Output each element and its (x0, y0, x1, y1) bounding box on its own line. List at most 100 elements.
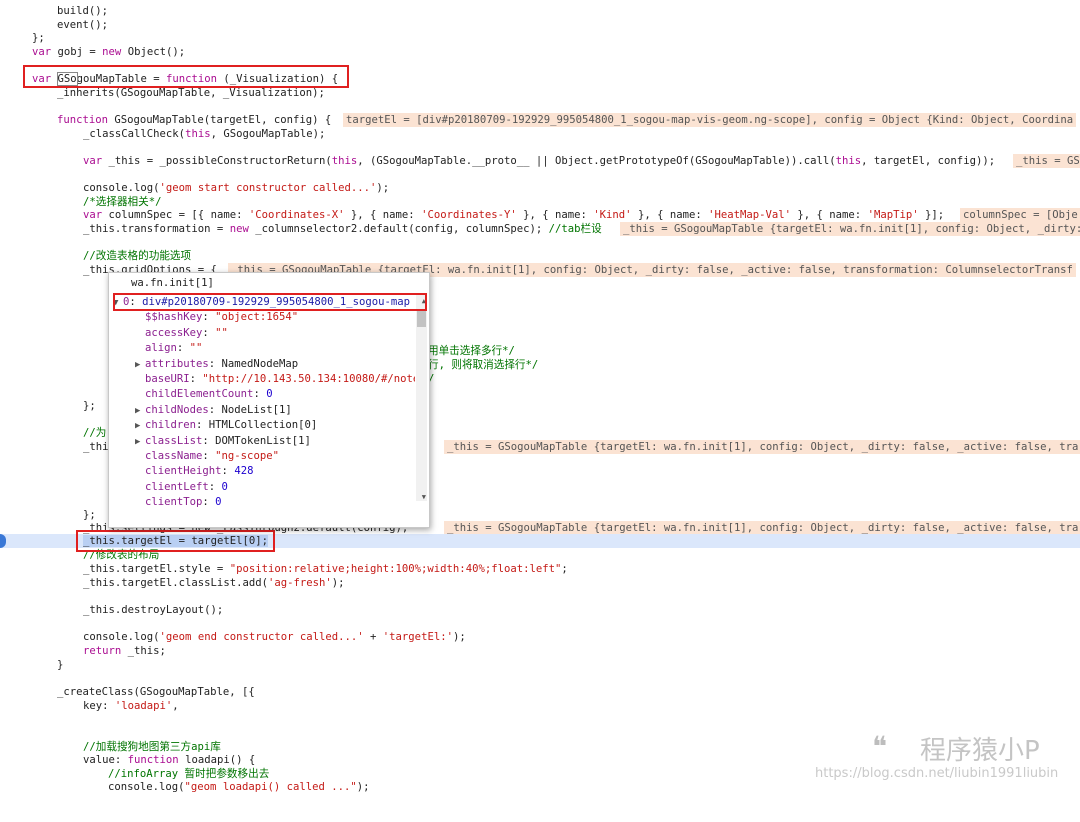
expand-right-icon[interactable]: ▶ (135, 435, 145, 449)
watermark-name: 程序猿小P (920, 736, 1040, 766)
code-comment: 行, 则将取消选择行*/ (428, 359, 539, 371)
code-text: _this.destroyLayout(); (83, 604, 224, 616)
annotation-box-targetel (76, 530, 275, 552)
property-value: "http://10.143.50.134:10080/#/note (202, 373, 415, 385)
property-value: 0 (215, 496, 222, 509)
code-line: //改造表格的功能选项 (0, 249, 191, 263)
code-line: var columnSpec = [{ name: 'Coordinates-X… (0, 208, 1080, 222)
code-line: value: function loadapi() { (0, 753, 255, 767)
property-key: accessKey (145, 326, 203, 339)
property-value: "ng-scope" (215, 450, 279, 462)
code-line: //加载搜狗地图第三方api库 (0, 740, 221, 754)
code-comment: //改造表格的功能选项 (83, 250, 192, 262)
code-line: _thi _this = GSogouMapTable {targetEl: w… (0, 440, 1080, 454)
code-line: console.log("geom loadapi() called ...")… (0, 780, 370, 794)
code-text: _this.targetEl.style = "position:relativ… (83, 563, 568, 575)
inline-value-hint: _this = GSogouMapTable {targetEl: wa.fn.… (620, 222, 1080, 236)
key-separator: : (202, 311, 216, 324)
code-text: function GSogouMapTable(targetEl, config… (57, 114, 332, 126)
annotation-box-declaration (23, 65, 349, 88)
popover-property-row[interactable]: ▶ children: HTMLCollection[0] (135, 418, 415, 433)
code-line: 行, 则将取消选择行*/ (0, 358, 538, 372)
popover-property-row: $$hashKey: "object:1654" (135, 310, 415, 325)
popover-property-row: clientTop: 0 (135, 495, 415, 510)
code-line: var GSogouMapTable = function (_Visualiz… (0, 72, 338, 86)
code-line: _classCallCheck(this, GSogouMapTable); (0, 127, 325, 141)
expand-right-icon[interactable]: ▶ (135, 419, 145, 433)
popover-property-row[interactable]: ▶ classList: DOMTokenList[1] (135, 434, 415, 449)
property-value: 428 (234, 465, 254, 478)
code-text: var gobj = new Object(); (32, 46, 186, 58)
property-value: NodeList[1] (221, 403, 292, 416)
code-comment: 用单击选择多行*/ (428, 345, 515, 357)
property-key: className (145, 450, 203, 462)
code-line: _this.targetEl.classList.add('ag-fresh')… (0, 576, 345, 590)
code-line: console.log('geom start constructor call… (0, 181, 389, 195)
code-line: _this.destroyLayout(); (0, 603, 223, 617)
code-line: console.log('geom end constructor called… (0, 630, 466, 644)
code-text: }; (83, 400, 96, 412)
popover-property-row: align: "" (135, 341, 415, 356)
expand-right-icon[interactable]: ▶ (135, 358, 145, 372)
code-text: console.log('geom start constructor call… (83, 182, 390, 194)
code-line: _this.targetEl.style = "position:relativ… (0, 562, 568, 576)
inline-value-hint: _this = GSogouMapTable {targetEl: wa.fn.… (444, 521, 1080, 535)
key-separator: : (208, 480, 222, 493)
code-editor[interactable]: build(); event(); }; var gobj = new Obje… (0, 0, 1080, 793)
key-separator: : (208, 403, 222, 416)
code-line: //infoArray 暂时把参数移出去 (0, 767, 269, 781)
code-text: value: function loadapi() { (83, 754, 256, 766)
code-text: _classCallCheck(this, GSogouMapTable); (83, 128, 326, 140)
code-line: function GSogouMapTable(targetEl, config… (0, 113, 1077, 127)
property-value: 0 (221, 480, 228, 493)
code-line: /*选择器相关*/ (0, 195, 161, 209)
property-key: childNodes (145, 403, 209, 416)
code-line: } (0, 658, 63, 672)
code-text: key: 'loadapi', (83, 700, 179, 712)
inline-value-hint: _this = GSogouMapTable {targetEl: wa.fn.… (444, 440, 1080, 454)
property-key: attributes (145, 357, 209, 370)
code-line: build(); (0, 4, 108, 18)
popover-property-row[interactable]: ▶ childNodes: NodeList[1] (135, 403, 415, 418)
code-line: _this.gridOptions = { _this = GSogouMapT… (0, 263, 1076, 277)
code-text: _thi (83, 441, 109, 453)
code-comment: //infoArray 暂时把参数移出去 (108, 768, 270, 780)
property-value: 0 (266, 388, 273, 401)
popover-property-row: childElementCount: 0 (135, 387, 415, 402)
inline-value-hint: columnSpec = [Obje (960, 208, 1080, 222)
value-inspector-popover[interactable]: wa.fn.init[1] ▼ 0: div#p20180709-192929_9… (108, 272, 430, 528)
key-separator: : (202, 496, 216, 509)
inline-value-hint: _this = GS (1013, 154, 1080, 168)
code-text: _this.transformation = new _columnselect… (83, 223, 602, 235)
code-text: }; (83, 509, 96, 521)
code-text: _this.targetEl.classList.add('ag-fresh')… (83, 577, 345, 589)
scroll-down-icon[interactable]: ▼ (422, 493, 426, 501)
code-text: var columnSpec = [{ name: 'Coordinates-X… (83, 209, 945, 221)
code-line: }; (0, 31, 45, 45)
property-value: NamedNodeMap (221, 357, 299, 370)
popover-property-row: accessKey: "" (135, 326, 415, 341)
scrollbar-thumb[interactable] (417, 311, 426, 327)
key-separator: : (196, 419, 209, 432)
code-text: _createClass(GSogouMapTable, [{ (57, 686, 255, 698)
popover-property-row: clientLeft: 0 (135, 480, 415, 495)
code-text: } (57, 659, 64, 671)
property-key: childElementCount (145, 388, 254, 401)
key-separator: : (202, 450, 216, 462)
key-separator: : (202, 434, 216, 447)
code-line: _createClass(GSogouMapTable, [{ (0, 685, 255, 699)
key-separator: : (176, 342, 190, 355)
code-text: event(); (57, 19, 109, 31)
code-line: //为 (0, 426, 106, 440)
code-line: / (0, 372, 434, 386)
property-key: align (145, 342, 177, 355)
property-value: "" (189, 342, 203, 355)
code-line: key: 'loadapi', (0, 699, 179, 713)
popover-property-row[interactable]: ▶ attributes: NamedNodeMap (135, 357, 415, 372)
key-separator: : (253, 388, 267, 401)
inline-value-hint: targetEl = [div#p20180709-192929_9950548… (343, 113, 1077, 127)
expand-right-icon[interactable]: ▶ (135, 404, 145, 418)
code-text: return _this; (83, 645, 166, 657)
code-line: _this.transformation = new _columnselect… (0, 222, 1080, 236)
code-line: _this.settings = new _PassThrough2.defau… (0, 521, 1080, 535)
